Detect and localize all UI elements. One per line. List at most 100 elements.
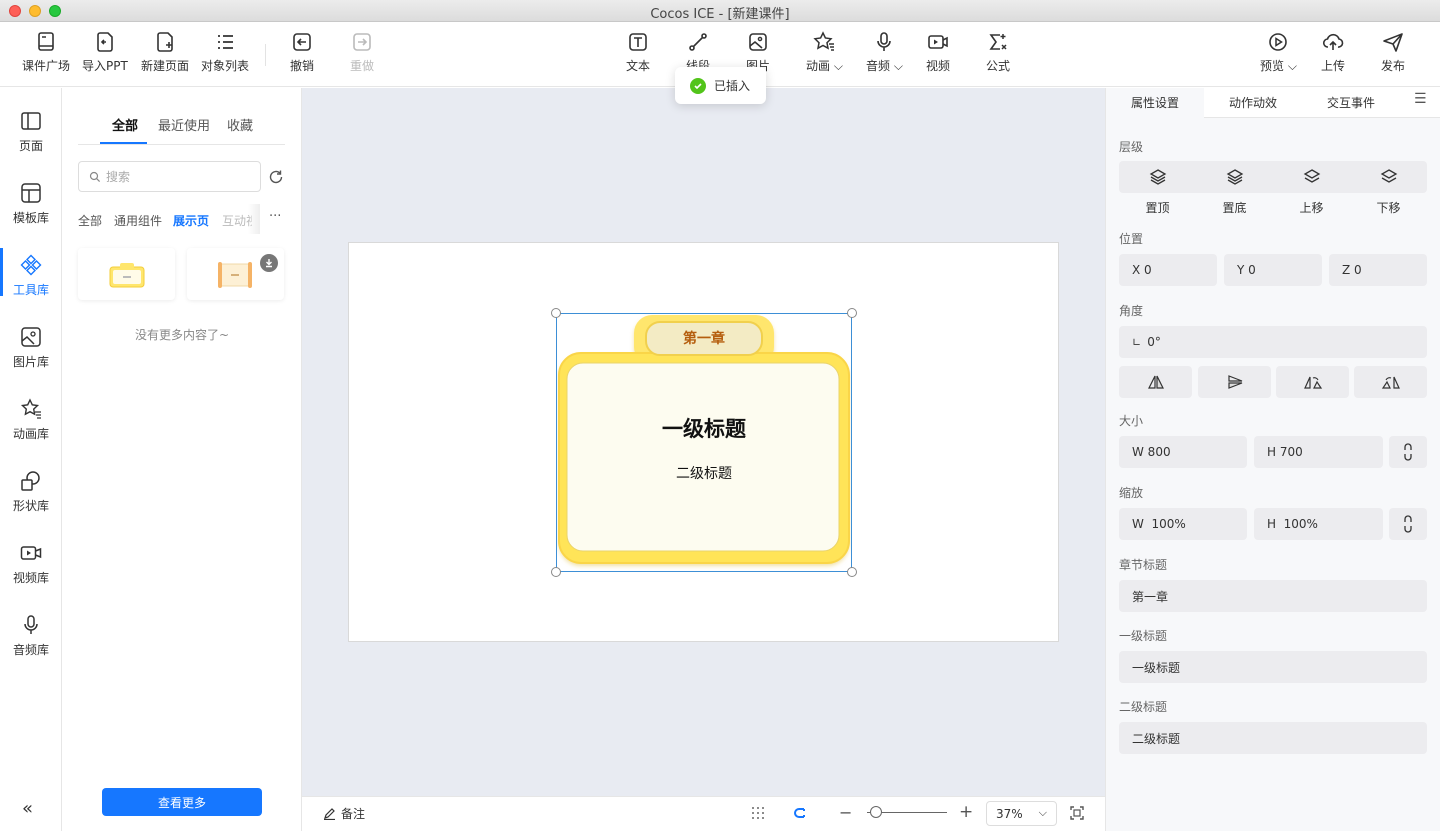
undo-label: 撤销 (290, 59, 315, 73)
move-up-button[interactable] (1273, 168, 1350, 186)
tab-interactions[interactable]: 交互事件 (1302, 88, 1400, 118)
sidebar-item-images[interactable]: 图片库 (0, 320, 62, 380)
category-all[interactable]: 全部 (78, 212, 102, 229)
video-button[interactable]: 视频 (926, 30, 950, 82)
tab-favorites[interactable]: 收藏 (227, 115, 253, 134)
rotate-left-button[interactable] (1276, 366, 1349, 398)
zoom-in-icon[interactable]: + (959, 802, 973, 822)
image-icon (749, 33, 767, 51)
mic-icon (877, 32, 892, 51)
rotate-right-icon (1381, 376, 1400, 389)
fit-screen-icon[interactable] (1069, 805, 1085, 821)
formula-icon (989, 34, 1007, 50)
sidebar-item-pages[interactable]: 页面 (0, 104, 62, 164)
tab-recent[interactable]: 最近使用 (158, 115, 210, 134)
position-y-input[interactable]: Y 0 (1224, 254, 1322, 286)
audio-button[interactable]: 音频 ⌵ (866, 30, 903, 82)
tab-properties[interactable]: 属性设置 (1106, 88, 1204, 118)
view-more-button[interactable]: 查看更多 (102, 788, 262, 816)
import-ppt-button[interactable]: 导入PPT (82, 30, 128, 82)
left-sidebar: 页面 模板库 工具库 图片库 动画库 形状库 视频库 音频库 « (0, 88, 62, 831)
category-showcase[interactable]: 展示页 (173, 212, 209, 229)
preview-button[interactable]: 预览 ⌵ (1260, 30, 1297, 82)
heading1-input[interactable]: 一级标题 (1119, 651, 1427, 683)
zoom-slider-handle[interactable] (870, 806, 882, 818)
sidebar-item-animations[interactable]: 动画库 (0, 392, 62, 452)
sidebar-item-tools[interactable]: 工具库 (0, 248, 62, 308)
download-icon[interactable] (260, 254, 278, 272)
image-icon (21, 327, 41, 347)
slide-page[interactable]: 第一章 一级标题 二级标题 (348, 242, 1059, 642)
object-list-button[interactable]: 对象列表 (201, 30, 249, 82)
sidebar-item-label: 工具库 (12, 283, 49, 297)
check-circle-icon (690, 77, 706, 94)
resize-handle[interactable] (551, 308, 561, 318)
grid-dots-icon[interactable] (751, 806, 765, 820)
link-icon (1404, 443, 1412, 461)
heading2-label: 二级标题 (1119, 700, 1168, 714)
tool-library-panel: 全部 最近使用 收藏 搜索 全部 通用组件 展示页 互动视 ··· 没有更多内容… (62, 88, 302, 831)
undo-icon (293, 33, 311, 51)
scale-lock-button[interactable] (1389, 508, 1427, 540)
layers-icon (1303, 169, 1320, 183)
zoom-select[interactable]: 37% ⌵ (986, 801, 1057, 826)
courseware-plaza-button[interactable]: 课件广场 (22, 30, 70, 82)
refresh-icon[interactable] (268, 169, 284, 185)
chapter-card-component[interactable]: 第一章 一级标题 二级标题 (551, 308, 857, 577)
scale-height-input[interactable]: H 100% (1254, 508, 1383, 540)
resize-handle[interactable] (847, 567, 857, 577)
resize-handle[interactable] (847, 308, 857, 318)
zoom-out-icon[interactable]: − (839, 803, 852, 822)
heading1-label: 一级标题 (1119, 629, 1168, 643)
component-card-chapter[interactable] (78, 248, 175, 300)
publish-button[interactable]: 发布 (1381, 30, 1405, 82)
layers-icon (1380, 169, 1397, 183)
formula-button[interactable]: 公式 (986, 30, 1010, 82)
flip-vertical-button[interactable] (1198, 366, 1271, 398)
scale-width-input[interactable]: W 100% (1119, 508, 1247, 540)
move-down-button[interactable] (1350, 168, 1427, 186)
move-up-label: 上移 (1299, 201, 1324, 215)
height-input[interactable]: H 700 (1254, 436, 1383, 468)
layers-icon (1226, 169, 1243, 185)
mic-icon (24, 615, 38, 634)
sidebar-item-audio[interactable]: 音频库 (0, 608, 62, 668)
width-input[interactable]: W 800 (1119, 436, 1247, 468)
sidebar-item-videos[interactable]: 视频库 (0, 536, 62, 596)
search-input[interactable]: 搜索 (78, 161, 261, 192)
send-to-back-button[interactable] (1196, 168, 1273, 186)
bring-to-front-button[interactable] (1119, 168, 1196, 186)
notes-label: 备注 (341, 807, 366, 821)
position-x-input[interactable]: X 0 (1119, 254, 1217, 286)
size-lock-button[interactable] (1389, 436, 1427, 468)
upload-button[interactable]: 上传 (1321, 30, 1345, 82)
chapter-title-input[interactable]: 第一章 (1119, 580, 1427, 612)
component-card-scroll[interactable] (187, 248, 284, 300)
position-z-input[interactable]: Z 0 (1329, 254, 1427, 286)
more-categories-icon[interactable]: ··· (269, 209, 281, 224)
collapse-sidebar-icon[interactable]: « (22, 798, 33, 819)
sidebar-item-label: 形状库 (12, 499, 49, 513)
resize-handle[interactable] (551, 567, 561, 577)
menu-icon[interactable]: ☰ (1414, 91, 1427, 107)
sidebar-item-shapes[interactable]: 形状库 (0, 464, 62, 524)
sidebar-item-templates[interactable]: 模板库 (0, 176, 62, 236)
text-button[interactable]: 文本 (626, 30, 650, 82)
category-common[interactable]: 通用组件 (114, 212, 162, 229)
new-page-button[interactable]: 新建页面 (141, 30, 189, 82)
rotate-right-button[interactable] (1354, 366, 1427, 398)
tab-all[interactable]: 全部 (112, 115, 138, 134)
layer-section-label: 层级 (1119, 140, 1144, 154)
magnet-snap-icon[interactable] (791, 805, 807, 821)
flip-horizontal-button[interactable] (1119, 366, 1192, 398)
line-icon (689, 33, 707, 51)
heading2-input[interactable]: 二级标题 (1119, 722, 1427, 754)
search-icon (89, 171, 101, 182)
notes-button[interactable]: 备注 (323, 805, 365, 822)
inserted-toast: 已插入 (675, 67, 766, 104)
redo-button[interactable]: 重做 (350, 30, 374, 82)
undo-button[interactable]: 撤销 (290, 30, 314, 82)
animation-button[interactable]: 动画 ⌵ (806, 30, 843, 82)
angle-input[interactable]: ∟ 0° (1119, 326, 1427, 358)
tab-actions[interactable]: 动作动效 (1204, 88, 1302, 118)
